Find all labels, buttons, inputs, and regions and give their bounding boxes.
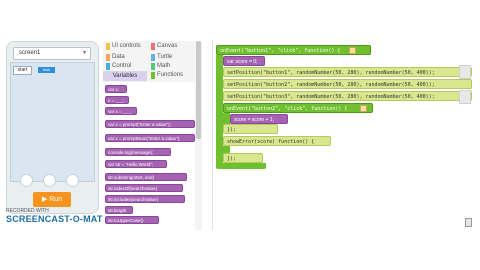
start-button[interactable]: start [13,66,32,75]
category-control[interactable]: Control [112,63,131,70]
palette-block[interactable]: str.toUpperCase() [105,216,159,224]
turtle-swatch [151,54,155,61]
screen-selector[interactable]: screen1 ▼ [13,47,91,60]
ui-controls-swatch [106,43,110,50]
score-increment-block[interactable]: score = score + 1; [230,114,288,124]
palette-block[interactable]: var x = prompt("Enter a value"); [105,120,195,128]
palette-block[interactable]: var str = "Hello World"; [105,160,167,168]
blue-button[interactable]: blue [38,67,55,73]
data-swatch [106,54,110,61]
play-icon: ▶ [41,196,48,203]
control-dot[interactable] [43,174,56,187]
canvas-swatch [151,43,155,50]
palette-block[interactable]: console.log(message); [105,148,171,156]
event-block-footer [216,163,266,169]
watermark-logo: SCREENCAST-O-MATIC [6,214,112,224]
workspace-side-tab[interactable] [459,65,471,79]
category-data[interactable]: Data [112,54,125,61]
palette-block[interactable]: var x = ___; [105,107,137,115]
palette-block[interactable]: str.substring(start, end) [105,173,187,181]
setposition-button3-block[interactable]: setPosition("button3", randomNumber(50, … [223,91,472,101]
show-error-block[interactable]: showError(score) function() { [223,136,331,146]
event-block-body [216,55,223,167]
chevron-down-icon: ▼ [82,50,87,56]
control-dot[interactable] [20,174,33,187]
functions-swatch [151,72,155,79]
category-functions[interactable]: Functions [157,72,183,79]
block-settings-icon[interactable] [360,105,367,112]
palette-block[interactable]: var x = promptNum("Enter a value"); [105,134,195,142]
run-button-label: Run [49,196,63,203]
var-score-block[interactable]: var score = 0; [223,56,265,66]
category-canvas[interactable]: Canvas [157,43,177,50]
nested-event-close[interactable]: }); [223,124,278,134]
outer-event-close[interactable]: }); [223,153,263,163]
run-button[interactable]: ▶ Run [33,192,71,207]
category-turtle[interactable]: Turtle [157,54,172,61]
palette-block[interactable]: var x; [105,85,127,93]
setposition-button2-block[interactable]: setPosition("button2", randomNumber(50, … [223,79,472,89]
setposition-button1-block[interactable]: setPosition("button1", randomNumber(50, … [223,67,472,77]
block-palette: var x; x = ___; var x = ___; var x = pro… [103,82,196,230]
block-settings-icon[interactable] [349,47,356,54]
event-block-onevent-button1[interactable]: onEvent("button1", "click", function() { [216,45,371,55]
palette-block[interactable]: str.indexOf(searchValue) [105,184,183,192]
palette-scrollbar-thumb[interactable] [196,41,201,139]
event-block-onevent-button2[interactable]: onEvent("button2", "click", function() { [223,103,373,113]
screen-selector-label: screen1 [19,50,41,56]
category-variables[interactable]: Variables [103,71,147,81]
category-ui-controls[interactable]: UI controls [112,43,141,50]
control-swatch [106,63,110,70]
control-dot[interactable] [66,174,79,187]
trash-icon[interactable] [465,218,472,227]
category-math[interactable]: Math [157,63,170,70]
palette-block[interactable]: str.includes(searchValue) [105,195,185,203]
math-swatch [151,63,155,70]
palette-block[interactable]: x = ___; [105,96,129,104]
workspace-side-tab[interactable] [459,90,471,104]
palette-block[interactable]: str.length [105,206,133,214]
app-screen [10,62,95,182]
